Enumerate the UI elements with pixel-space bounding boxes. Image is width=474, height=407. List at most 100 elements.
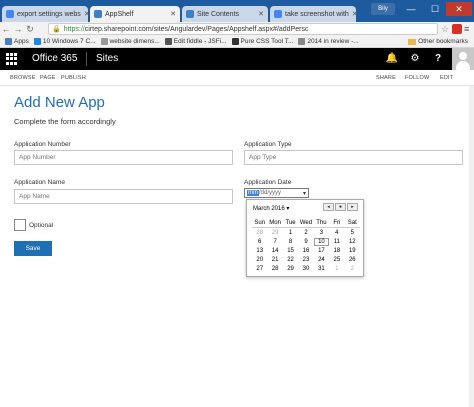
calendar-day[interactable]: 19 [345, 247, 360, 255]
app-name-input[interactable] [14, 189, 233, 204]
ribbon-browse[interactable]: BROWSE [10, 75, 36, 81]
date-dropdown-icon[interactable]: ▾ [303, 190, 306, 197]
calendar-day[interactable]: 15 [283, 247, 298, 255]
bookmark-star-icon[interactable]: ☆ [441, 24, 451, 34]
calendar-day[interactable]: 8 [283, 238, 298, 246]
tab-export-settings[interactable]: export settings webs ✕ [2, 6, 88, 22]
calendar-day-today[interactable]: 10 [313, 238, 330, 246]
ribbon-follow[interactable]: FOLLOW [405, 75, 429, 81]
calendar-day[interactable]: 18 [329, 247, 344, 255]
calendar-day[interactable]: 7 [267, 238, 282, 246]
optional-checkbox[interactable] [14, 219, 26, 231]
calendar-day[interactable]: 21 [267, 256, 282, 264]
window-close-icon[interactable]: ✕ [446, 2, 472, 16]
ribbon-share[interactable]: SHARE [376, 75, 396, 81]
calendar-day[interactable]: 1 [283, 229, 298, 237]
url-input[interactable]: 🔒 https:// cirtep.sharepoint.com/sites/A… [48, 23, 438, 35]
avatar-head [459, 52, 467, 60]
calendar-day[interactable]: 16 [298, 247, 313, 255]
calendar-day[interactable]: 24 [314, 256, 329, 264]
bookmark-windows[interactable]: 10 Windows 7 C... [33, 38, 96, 45]
calendar-day[interactable]: 1 [329, 265, 344, 273]
calendar-day[interactable]: 2 [298, 229, 313, 237]
calendar-day[interactable]: 12 [345, 238, 360, 246]
close-tab-icon[interactable]: ✕ [349, 10, 356, 18]
calendar-day[interactable]: 22 [283, 256, 298, 264]
calendar-day[interactable]: 30 [298, 265, 313, 273]
app-date-label: Application Date [244, 179, 292, 186]
bookmark-website-dimensions[interactable]: website dimens... [100, 38, 160, 45]
calendar-day[interactable]: 11 [329, 238, 344, 246]
calendar-day[interactable]: 14 [267, 247, 282, 255]
menu-icon[interactable]: ≡ [464, 24, 474, 34]
calendar-day[interactable]: 13 [252, 247, 267, 255]
close-tab-icon[interactable]: ✕ [167, 10, 176, 18]
forward-icon[interactable]: → [12, 24, 24, 34]
calendar-day[interactable]: 27 [252, 265, 267, 273]
calendar-day[interactable]: 25 [329, 256, 344, 264]
help-icon[interactable]: ? [428, 52, 448, 66]
tab-appshelf[interactable]: AppShelf ✕ [90, 6, 180, 22]
save-button[interactable]: Save [14, 241, 52, 256]
bookmark-pure-css[interactable]: Pure CSS Tool T... [231, 38, 293, 45]
calendar-day[interactable]: 29 [267, 229, 282, 237]
calendar-day[interactable]: 17 [314, 247, 329, 255]
calendar-day[interactable]: 6 [252, 238, 267, 246]
weekday-label: Fri [329, 220, 345, 228]
calendar-day[interactable]: 23 [298, 256, 313, 264]
calendar-day[interactable]: 2 [345, 265, 360, 273]
settings-gear-icon[interactable]: ⚙ [405, 52, 425, 66]
calendar-day[interactable]: 20 [252, 256, 267, 264]
css-icon [231, 38, 239, 45]
calendar-day[interactable]: 4 [329, 229, 344, 237]
calendar-day[interactable]: 28 [267, 265, 282, 273]
app-number-input[interactable] [14, 150, 233, 165]
app-type-input[interactable] [244, 150, 463, 165]
prev-month-icon[interactable]: ◂ [323, 203, 334, 211]
date-month-segment[interactable]: mm [247, 190, 259, 196]
jsfiddle-icon [164, 38, 172, 45]
tab-label: AppShelf [105, 10, 134, 18]
page-title: Add New App [14, 94, 105, 111]
bookmark-2014-review[interactable]: 2014 in review -... [298, 38, 359, 45]
calendar-day[interactable]: 28 [252, 229, 267, 237]
calendar-day[interactable]: 26 [345, 256, 360, 264]
avatar[interactable] [452, 48, 474, 70]
notifications-icon[interactable]: 🔔 [382, 52, 402, 66]
maximize-icon[interactable]: ☐ [422, 2, 448, 16]
reload-icon[interactable]: ↻ [24, 24, 36, 35]
avatar-body [456, 61, 470, 70]
ribbon-edit[interactable]: EDIT [440, 75, 453, 81]
tab-take-screenshot[interactable]: take screenshot with ✕ [270, 6, 356, 22]
weekday-label: Sun [252, 220, 268, 228]
close-tab-icon[interactable]: ✕ [81, 10, 88, 18]
app-date-input[interactable]: mm /dd/yyyy ▾ [244, 188, 309, 198]
extension-icon[interactable] [452, 24, 462, 34]
ribbon-publish[interactable]: PUBLISH [61, 75, 86, 81]
bookmark-apps[interactable]: Apps [5, 38, 29, 45]
office365-brand[interactable]: Office 365 [32, 53, 77, 64]
date-rest-segment[interactable]: /dd/yyyy [259, 190, 281, 196]
app-launcher-icon[interactable] [6, 53, 18, 65]
tab-site-contents[interactable]: Site Contents ✕ [182, 6, 268, 22]
page-scrollbar[interactable] [469, 86, 474, 407]
back-icon[interactable]: ← [0, 24, 12, 34]
calendar-day[interactable]: 3 [314, 229, 329, 237]
tab-label: Site Contents [197, 10, 240, 18]
bookmark-jsfiddle[interactable]: Edit fiddle - JSFi... [164, 38, 227, 45]
next-month-icon[interactable]: ▸ [347, 203, 358, 211]
page-subtitle: Complete the form accordingly [14, 117, 116, 126]
other-bookmarks[interactable]: Other bookmarks [408, 38, 468, 45]
today-dot-icon[interactable]: ● [335, 203, 346, 211]
browser-user-badge[interactable]: Bily [371, 3, 395, 15]
close-tab-icon[interactable]: ✕ [255, 10, 264, 18]
calendar-month-select[interactable]: March 2016 ▾ [253, 205, 289, 212]
bookmark-label: 10 Windows 7 C... [42, 38, 96, 45]
calendar-day[interactable]: 9 [298, 238, 313, 246]
calendar-day[interactable]: 5 [345, 229, 360, 237]
calendar-day[interactable]: 29 [283, 265, 298, 273]
calendar-day[interactable]: 31 [314, 265, 329, 273]
ribbon-page[interactable]: PAGE [40, 75, 56, 81]
minimize-icon[interactable]: — [398, 2, 424, 16]
sites-link[interactable]: Sites [96, 53, 118, 64]
